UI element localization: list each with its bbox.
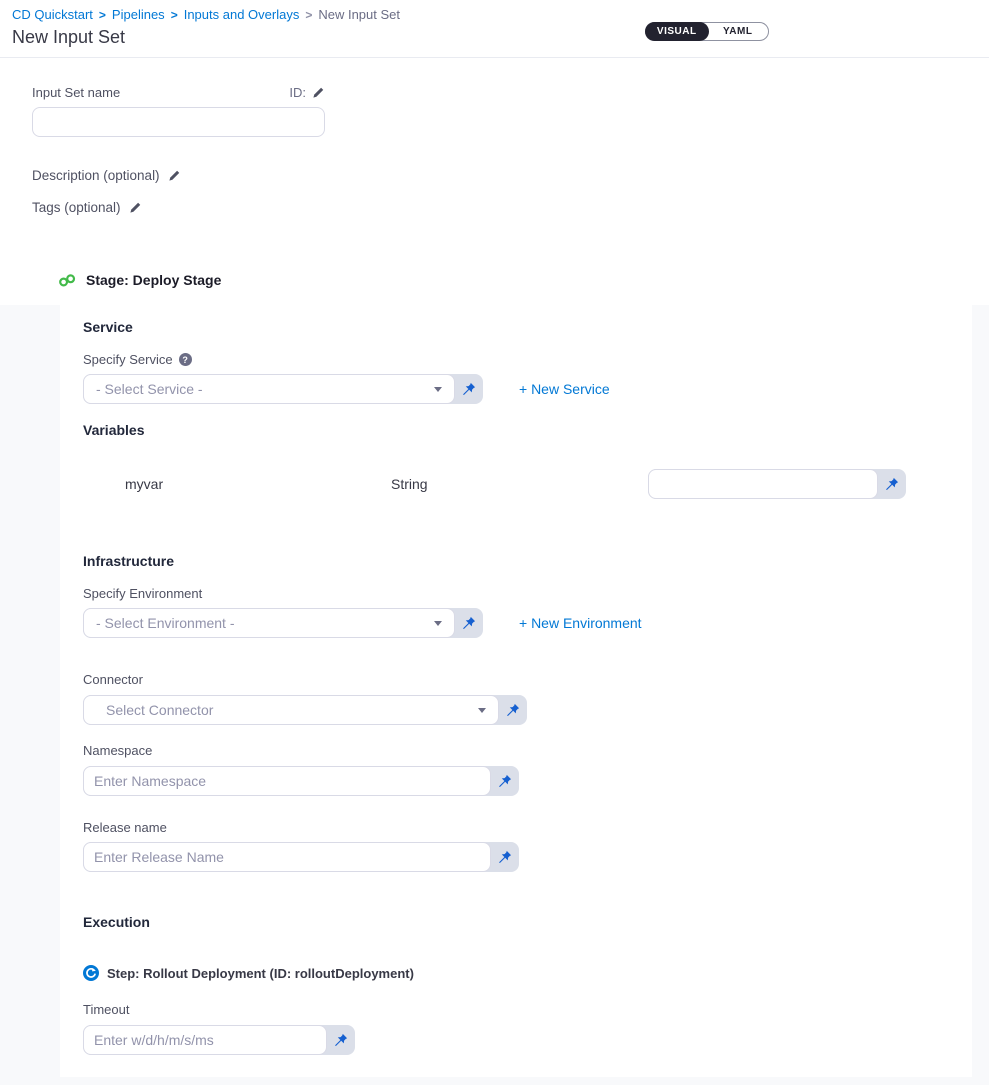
visual-yaml-toggle: VISUAL YAML [645,22,769,41]
pin-icon [498,774,512,788]
new-service-link[interactable]: + New Service [519,381,610,397]
release-name-input-group [83,842,519,872]
environment-pin-button[interactable] [455,608,483,638]
variable-pin-button[interactable] [878,469,906,499]
stage-form-card: Service Specify Service ? - Select Servi… [60,305,972,1077]
release-name-text: Release name [83,820,167,835]
service-section-header: Service [83,319,972,335]
service-select-placeholder: - Select Service - [96,381,203,397]
specify-environment-text: Specify Environment [83,586,202,601]
connector-text: Connector [83,672,143,687]
id-label: ID: [289,85,306,100]
pin-icon [462,616,476,630]
new-environment-link[interactable]: + New Environment [519,615,642,631]
namespace-pin-button[interactable] [491,766,519,796]
edit-id-icon[interactable] [312,86,325,99]
step-label: Step: Rollout Deployment (ID: rolloutDep… [107,966,414,981]
release-name-input-row [83,842,972,872]
pin-icon [498,850,512,864]
variable-type: String [391,476,648,492]
release-name-label: Release name [83,820,972,835]
tags-label: Tags (optional) [32,200,121,215]
toggle-visual[interactable]: VISUAL [645,22,709,41]
help-icon[interactable]: ? [179,353,192,366]
stage-label: Stage: Deploy Stage [86,272,221,288]
toggle-yaml[interactable]: YAML [708,23,768,40]
input-set-form: Input Set name ID: Description (optional… [0,58,989,215]
namespace-field[interactable] [83,766,491,796]
name-label-row: Input Set name ID: [32,85,325,100]
breadcrumb-separator: > [171,8,178,22]
stage-link-icon [58,274,77,287]
connector-label: Connector [83,672,972,687]
page-header: CD Quickstart > Pipelines > Inputs and O… [0,0,989,58]
specify-environment-label: Specify Environment [83,586,972,601]
connector-select-group: Select Connector [83,695,527,725]
chevron-down-icon [434,387,442,392]
variables-header: Variables [83,422,972,438]
edit-description-icon[interactable] [168,169,181,182]
execution-section-header: Execution [83,914,972,930]
namespace-input-group [83,766,519,796]
stage-panel-backdrop: Service Specify Service ? - Select Servi… [0,305,989,1085]
specify-service-text: Specify Service [83,352,173,367]
input-set-name-label: Input Set name [32,85,120,100]
service-select[interactable]: - Select Service - [83,374,455,404]
breadcrumb-cd-quickstart[interactable]: CD Quickstart [12,7,93,22]
breadcrumb-pipelines[interactable]: Pipelines [112,7,165,22]
breadcrumb-separator: > [305,8,312,22]
timeout-text: Timeout [83,1002,129,1017]
page-title: New Input Set [12,27,989,48]
pin-icon [462,382,476,396]
input-set-name-field[interactable] [32,107,325,137]
environment-select-group: - Select Environment - [83,608,483,638]
timeout-pin-button[interactable] [327,1025,355,1055]
rollout-step-icon [83,965,99,981]
variable-name: myvar [125,476,391,492]
service-select-group: - Select Service - [83,374,483,404]
timeout-input-group [83,1025,355,1055]
pin-icon [334,1033,348,1047]
environment-select-row: - Select Environment - + New Environment [83,608,972,638]
connector-pin-button[interactable] [499,695,527,725]
infrastructure-section-header: Infrastructure [83,553,972,569]
variable-value-group [648,469,906,499]
breadcrumb-inputs-and-overlays[interactable]: Inputs and Overlays [184,7,300,22]
stage-heading: Stage: Deploy Stage [58,272,989,288]
release-name-field[interactable] [83,842,491,872]
breadcrumb: CD Quickstart > Pipelines > Inputs and O… [12,7,989,22]
specify-service-label: Specify Service ? [83,352,972,367]
timeout-label: Timeout [83,1002,972,1017]
service-pin-button[interactable] [455,374,483,404]
timeout-field[interactable] [83,1025,327,1055]
namespace-text: Namespace [83,743,152,758]
breadcrumb-separator: > [99,8,106,22]
chevron-down-icon [478,708,486,713]
tags-row: Tags (optional) [32,200,989,215]
step-heading: Step: Rollout Deployment (ID: rolloutDep… [83,965,972,981]
pin-icon [885,477,899,491]
breadcrumb-current: New Input Set [318,7,400,22]
id-wrap: ID: [289,85,325,100]
description-row: Description (optional) [32,168,989,183]
chevron-down-icon [434,621,442,626]
service-select-row: - Select Service - + New Service [83,374,972,404]
environment-select-placeholder: - Select Environment - [96,615,235,631]
edit-tags-icon[interactable] [129,201,142,214]
new-input-set-page: CD Quickstart > Pipelines > Inputs and O… [0,0,989,1085]
namespace-label: Namespace [83,743,972,758]
description-label: Description (optional) [32,168,160,183]
connector-select-row: Select Connector [83,695,972,725]
release-name-pin-button[interactable] [491,842,519,872]
timeout-input-row [83,1025,972,1055]
environment-select[interactable]: - Select Environment - [83,608,455,638]
namespace-input-row [83,766,972,796]
connector-select[interactable]: Select Connector [83,695,499,725]
variable-value-field[interactable] [648,469,878,499]
pin-icon [506,703,520,717]
variable-row: myvar String [83,469,972,499]
connector-select-placeholder: Select Connector [106,702,213,718]
